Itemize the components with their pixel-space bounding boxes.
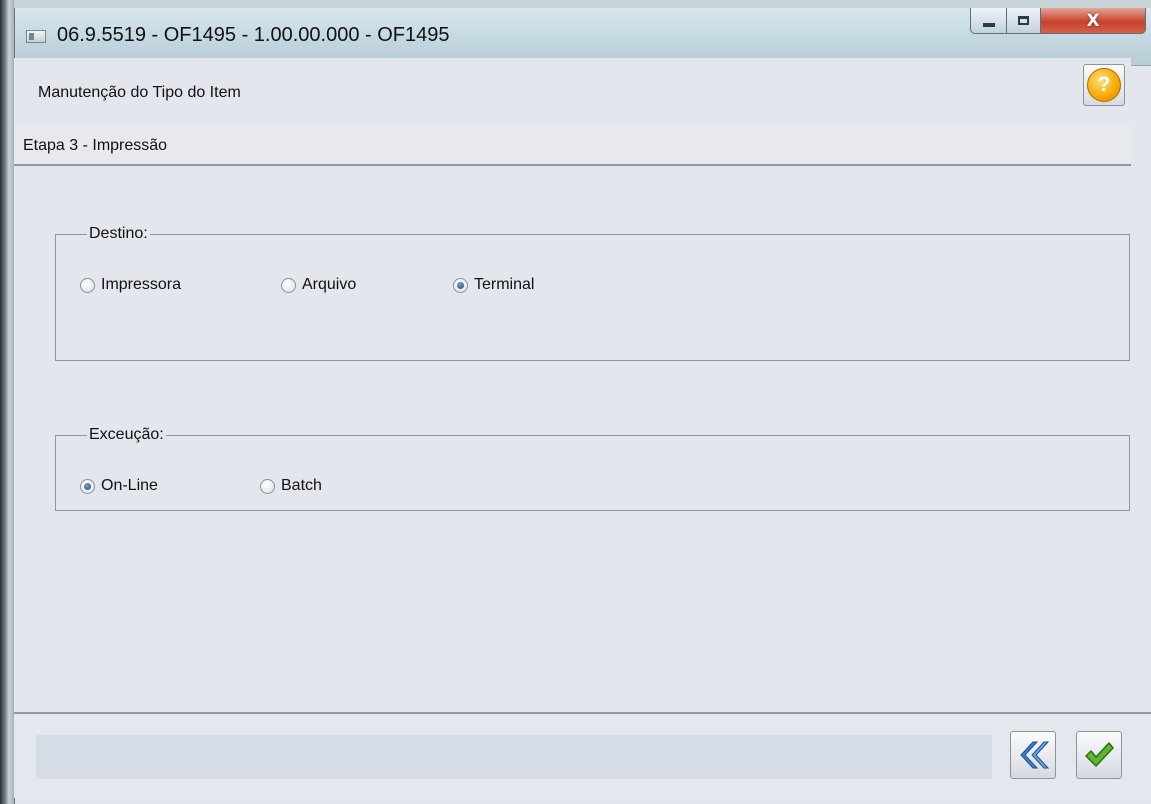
radio-unchecked-icon[interactable]: [260, 478, 275, 494]
radio-terminal[interactable]: Terminal: [453, 276, 534, 294]
step-label: Etapa 3 - Impressão: [23, 137, 168, 154]
question-mark-icon: ?: [1087, 68, 1121, 102]
minimize-icon: [982, 23, 995, 27]
window-title: 06.9.5519 - OF1495 - 1.00.00.000 - OF149…: [57, 24, 450, 46]
radio-impressora[interactable]: Impressora: [80, 276, 181, 294]
checkmark-icon: [1085, 742, 1114, 767]
radio-batch[interactable]: Batch: [260, 477, 322, 495]
help-button[interactable]: ?: [1083, 64, 1125, 106]
radio-arquivo[interactable]: Arquivo: [281, 276, 356, 294]
radio-label: Batch: [281, 477, 322, 494]
radio-label: Terminal: [474, 276, 535, 293]
window-app-icon: [26, 30, 46, 43]
desktop-edge: [0, 0, 14, 804]
destino-legend: Destino:: [87, 225, 150, 243]
radio-checked-icon[interactable]: [80, 478, 95, 494]
radio-unchecked-icon[interactable]: [281, 277, 296, 293]
execucao-legend: Exceução:: [87, 426, 166, 444]
close-icon: X: [1086, 10, 1100, 31]
radio-label: On-Line: [101, 477, 158, 494]
confirm-button[interactable]: [1076, 731, 1122, 779]
radio-label: Impressora: [101, 276, 182, 293]
maximize-button[interactable]: [1006, 8, 1041, 34]
status-field: [36, 735, 992, 779]
radio-label: Arquivo: [302, 276, 357, 293]
execucao-groupbox: [55, 435, 1130, 511]
minimize-button[interactable]: [970, 8, 1007, 34]
radio-unchecked-icon[interactable]: [80, 277, 95, 293]
page-title: Manutenção do Tipo do Item: [38, 84, 241, 101]
maximize-icon: [1018, 16, 1029, 25]
double-chevron-left-icon: [1020, 741, 1050, 769]
back-button[interactable]: [1010, 731, 1056, 779]
destino-groupbox: [55, 234, 1130, 361]
radio-online[interactable]: On-Line: [80, 477, 158, 495]
radio-checked-icon[interactable]: [453, 277, 468, 293]
close-button[interactable]: X: [1040, 8, 1146, 34]
step-bar: [14, 124, 1131, 166]
